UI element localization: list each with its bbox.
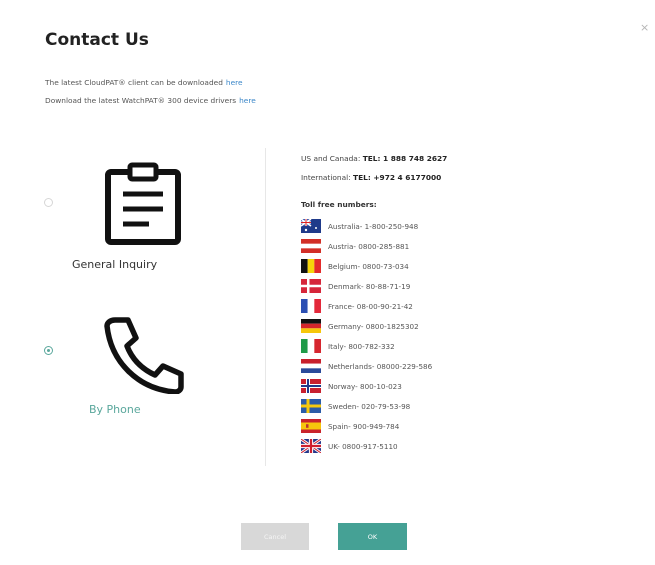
general-inquiry-radio[interactable] xyxy=(44,198,53,207)
spain-flag-icon xyxy=(301,419,321,433)
phone-icon[interactable] xyxy=(101,314,187,394)
driver-download-link[interactable]: here xyxy=(239,96,256,105)
list-item: Sweden- 020-79-53-98 xyxy=(301,396,432,416)
austria-flag-icon xyxy=(301,239,321,253)
list-item: Spain- 900-949-784 xyxy=(301,416,432,436)
international-label: International: xyxy=(301,173,351,182)
toll-free-number: Germany- 0800-1825302 xyxy=(328,321,419,331)
vertical-divider xyxy=(265,148,266,466)
denmark-flag-icon xyxy=(301,279,321,293)
list-item: Germany- 0800-1825302 xyxy=(301,316,432,336)
international-number: TEL: +972 4 6177000 xyxy=(353,173,442,182)
uk-flag-icon xyxy=(301,439,321,453)
netherlands-flag-icon xyxy=(301,359,321,373)
toll-free-number: UK- 0800-917-5110 xyxy=(328,441,398,451)
norway-flag-icon xyxy=(301,379,321,393)
toll-free-heading: Toll free numbers: xyxy=(301,200,377,209)
toll-free-list: Australia- 1-800-250-948 Austria- 0800-2… xyxy=(301,216,432,456)
close-icon[interactable]: × xyxy=(640,22,649,33)
by-phone-radio[interactable] xyxy=(44,346,53,355)
list-item: Austria- 0800-285-881 xyxy=(301,236,432,256)
australia-flag-icon xyxy=(301,219,321,233)
toll-free-number: Australia- 1-800-250-948 xyxy=(328,221,419,231)
list-item: Norway- 800-10-023 xyxy=(301,376,432,396)
france-flag-icon xyxy=(301,299,321,313)
belgium-flag-icon xyxy=(301,259,321,273)
toll-free-number: Norway- 800-10-023 xyxy=(328,381,402,391)
client-download-line: The latest CloudPAT® client can be downl… xyxy=(45,78,243,87)
toll-free-number: Belgium- 0800-73-034 xyxy=(328,261,409,271)
toll-free-number: Austria- 0800-285-881 xyxy=(328,241,410,251)
contact-us-dialog: Contact Us × The latest CloudPAT® client… xyxy=(0,0,655,565)
by-phone-label[interactable]: By Phone xyxy=(89,403,141,416)
us-canada-number: TEL: 1 888 748 2627 xyxy=(362,154,448,163)
list-item: Netherlands- 08000-229-586 xyxy=(301,356,432,376)
cancel-button[interactable]: Cancel xyxy=(241,523,309,550)
international-line: International: TEL: +972 4 6177000 xyxy=(301,173,441,182)
list-item: UK- 0800-917-5110 xyxy=(301,436,432,456)
client-download-link[interactable]: here xyxy=(226,78,243,87)
list-item: Australia- 1-800-250-948 xyxy=(301,216,432,236)
list-item: Denmark- 80-88-71-19 xyxy=(301,276,432,296)
toll-free-number: Sweden- 020-79-53-98 xyxy=(328,401,411,411)
toll-free-number: Denmark- 80-88-71-19 xyxy=(328,281,411,291)
toll-free-number: Netherlands- 08000-229-586 xyxy=(328,361,433,371)
toll-free-number: France- 08-00-90-21-42 xyxy=(328,301,413,311)
clipboard-icon[interactable] xyxy=(104,162,182,246)
toll-free-number: Italy- 800-782-332 xyxy=(328,341,395,351)
us-canada-label: US and Canada: xyxy=(301,154,361,163)
germany-flag-icon xyxy=(301,319,321,333)
italy-flag-icon xyxy=(301,339,321,353)
us-canada-line: US and Canada: TEL: 1 888 748 2627 xyxy=(301,154,447,163)
list-item: Belgium- 0800-73-034 xyxy=(301,256,432,276)
sweden-flag-icon xyxy=(301,399,321,413)
ok-button[interactable]: OK xyxy=(338,523,407,550)
dialog-title: Contact Us xyxy=(45,30,149,50)
list-item: France- 08-00-90-21-42 xyxy=(301,296,432,316)
client-download-text: The latest CloudPAT® client can be downl… xyxy=(45,78,223,87)
driver-download-text: Download the latest WatchPAT® 300 device… xyxy=(45,96,237,105)
general-inquiry-label[interactable]: General Inquiry xyxy=(72,258,157,271)
list-item: Italy- 800-782-332 xyxy=(301,336,432,356)
toll-free-number: Spain- 900-949-784 xyxy=(328,421,400,431)
driver-download-line: Download the latest WatchPAT® 300 device… xyxy=(45,96,256,105)
